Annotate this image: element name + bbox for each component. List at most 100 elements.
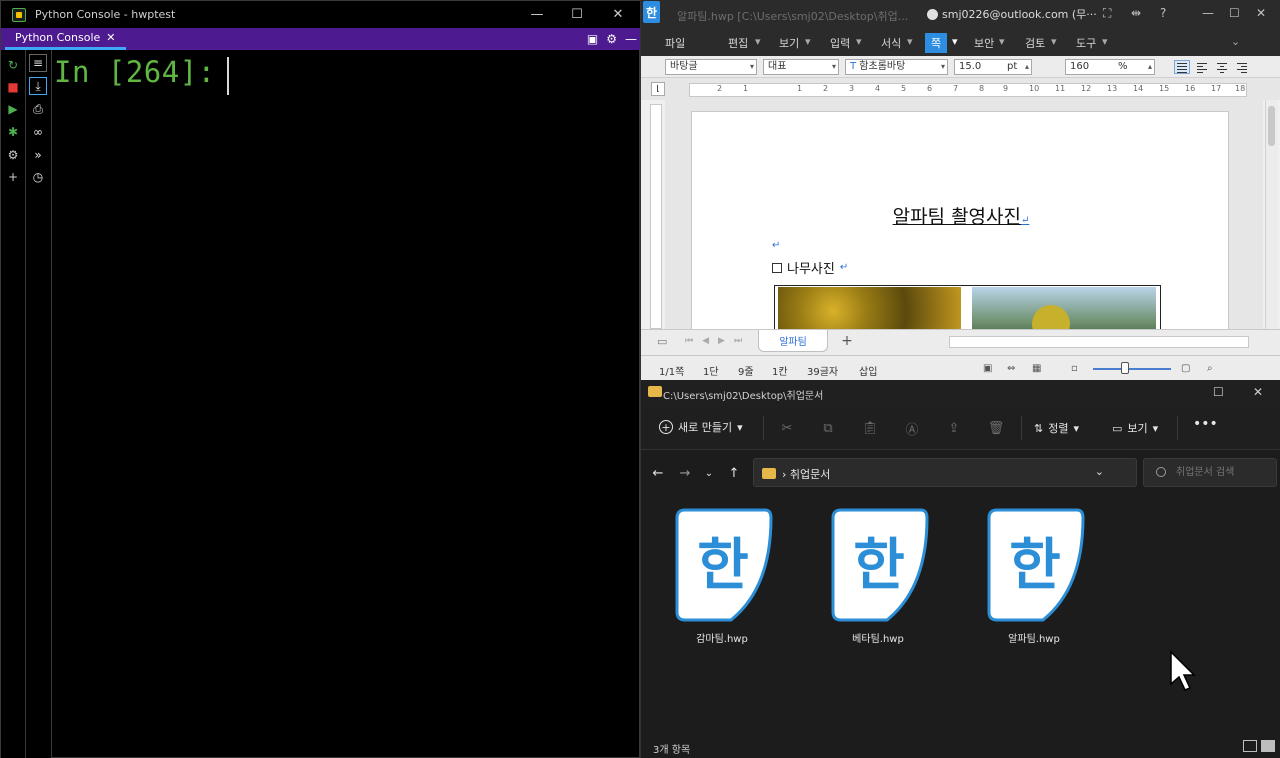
memo-icon[interactable]: ▭ — [657, 335, 667, 348]
up-arrow-icon[interactable]: ↑ — [725, 464, 743, 482]
menu-tools[interactable]: 도구 — [1076, 35, 1096, 51]
tab-python-console[interactable]: Python Console ✕ — [5, 28, 126, 50]
sort-button[interactable]: ⇅ 정렬 ▾ — [1034, 420, 1079, 436]
debug-bug-icon[interactable]: ✱ — [4, 123, 22, 141]
delete-icon[interactable]: 🗑︎ — [987, 420, 1005, 436]
details-view-icon[interactable] — [1243, 740, 1257, 752]
tree-photo-sky[interactable] — [972, 287, 1156, 329]
view-normal-icon[interactable]: ▣ — [983, 363, 992, 374]
file-item[interactable]: 한 감마팀.hwp — [641, 506, 773, 646]
photo-table[interactable] — [774, 285, 1161, 329]
help-icon[interactable]: ? — [1160, 6, 1166, 20]
settings-icon[interactable]: ⚙ — [4, 146, 22, 164]
split-view-icon[interactable]: ⇹ — [1131, 6, 1141, 20]
align-center-icon[interactable] — [1214, 60, 1230, 74]
menu-view[interactable]: 보기 — [779, 35, 799, 51]
hide-panel-icon[interactable]: — — [625, 32, 637, 46]
rename-icon[interactable]: Ⓐ — [903, 420, 921, 438]
add-icon[interactable]: + — [4, 168, 22, 186]
document-page[interactable]: 알파팀 촬영사진↵ ↵ 나무사진 ↵ — [691, 111, 1229, 329]
file-item[interactable]: 한 알파팀.hwp — [953, 506, 1085, 646]
rerun-icon[interactable]: ↻ — [4, 56, 22, 74]
forward-arrow-icon[interactable]: → — [676, 464, 694, 482]
address-bar[interactable]: › 취업문서 ⌄ ↻ — [753, 458, 1162, 487]
menu-file[interactable]: 파일 — [665, 35, 685, 51]
tab-nav-arrows-icon[interactable]: ⏮◀▶⏭ — [685, 336, 751, 346]
close-icon[interactable]: ✕ — [1256, 6, 1266, 20]
status-mode[interactable]: 삽입 — [859, 363, 877, 378]
settings-gear-icon[interactable]: ⚙ — [606, 32, 617, 46]
align-left-icon[interactable] — [1194, 60, 1210, 74]
menu-review[interactable]: 검토 — [1025, 35, 1045, 51]
hwp-titlebar[interactable]: 한 알파팀.hwp [C:\Users\smj02\Desktop\취업... … — [641, 0, 1280, 28]
stop-icon[interactable]: ■ — [4, 78, 22, 96]
scrollbar-thumb[interactable] — [1268, 106, 1275, 146]
document-subheading[interactable]: 나무사진 ↵ — [772, 258, 848, 277]
menu-page[interactable]: 쪽 — [925, 33, 948, 53]
minimize-icon[interactable]: — — [517, 1, 557, 28]
file-item[interactable]: 한 베타팀.hwp — [797, 506, 929, 646]
zoom-out-icon[interactable]: ▫ — [1071, 363, 1078, 374]
soft-wrap-icon[interactable]: ≡ — [29, 54, 47, 72]
language-select[interactable]: 대표 ▾ — [763, 59, 839, 75]
menu-edit[interactable]: 편집 — [728, 35, 748, 51]
view-button[interactable]: ▭ 보기 ▾ — [1112, 420, 1158, 436]
console-titlebar[interactable]: Python Console - hwptest — ☐ ✕ — [1, 1, 641, 28]
zoom-slider-knob[interactable] — [1121, 362, 1129, 374]
recent-chevron-icon[interactable]: ⌄ — [700, 464, 718, 482]
ribbon-collapse-icon[interactable]: ⌄ — [1231, 35, 1240, 48]
view-page-icon[interactable]: ▦ — [1032, 363, 1041, 374]
close-icon[interactable]: ✕ — [598, 1, 638, 28]
maximize-icon[interactable]: ☐ — [1229, 6, 1240, 20]
tree-photo-yellow[interactable] — [778, 287, 961, 329]
view-fit-icon[interactable]: ⇔ — [1007, 363, 1015, 374]
scroll-to-end-icon[interactable]: ⤓ — [29, 77, 47, 95]
cut-icon[interactable]: ✂ — [778, 420, 796, 436]
maximize-icon[interactable]: ☐ — [1213, 385, 1224, 399]
minimize-icon[interactable]: — — [1202, 6, 1214, 20]
tab-close-icon[interactable]: ✕ — [106, 31, 115, 44]
breadcrumb[interactable]: › 취업문서 — [782, 466, 830, 482]
execute-forward-icon[interactable]: » — [29, 146, 47, 164]
restore-layout-icon[interactable]: ▣ — [587, 32, 598, 46]
menu-security[interactable]: 보안 — [974, 35, 994, 51]
document-area[interactable]: 알파팀 촬영사진↵ ↵ 나무사진 ↵ — [665, 100, 1263, 329]
tiles-view-icon[interactable] — [1261, 740, 1275, 752]
line-spacing-field[interactable]: 160 % ▴ — [1065, 59, 1155, 75]
share-icon[interactable]: ⇪ — [945, 420, 963, 436]
zoom-search-icon[interactable]: ⌕ — [1207, 363, 1213, 374]
document-heading[interactable]: 알파팀 촬영사진↵ — [692, 202, 1230, 229]
fullscreen-icon[interactable]: ⛶ — [1103, 6, 1111, 21]
close-icon[interactable]: ✕ — [1253, 385, 1263, 399]
style-select[interactable]: 바탕글 ▾ — [665, 59, 757, 75]
font-select[interactable]: T 함초롬바탕 ▾ — [845, 59, 948, 75]
chevron-down-icon[interactable]: ⌄ — [1095, 465, 1104, 478]
more-options-icon[interactable]: ••• — [1193, 416, 1218, 432]
vertical-ruler[interactable] — [650, 104, 662, 329]
align-justify-icon[interactable] — [1174, 60, 1190, 74]
paste-icon[interactable]: 📋︎ — [861, 420, 879, 436]
sheet-tab-alpha[interactable]: 알파팀 — [758, 330, 828, 352]
zoom-slider[interactable] — [1093, 368, 1171, 370]
zoom-in-icon[interactable]: ▢ — [1181, 363, 1190, 374]
menu-format[interactable]: 서식 — [881, 35, 901, 51]
menu-insert[interactable]: 입력 — [830, 35, 850, 51]
add-tab-icon[interactable]: + — [834, 332, 860, 350]
account-indicator[interactable]: smj0226@outlook.com (무··· — [927, 6, 1097, 22]
vertical-scrollbar[interactable] — [1265, 100, 1278, 329]
horizontal-ruler[interactable]: 2 1 1 2 3 4 5 6 7 8 9 10 11 12 13 14 15 … — [689, 83, 1247, 97]
show-variables-icon[interactable]: ∞ — [29, 123, 47, 141]
copy-icon[interactable]: ⧉ — [819, 420, 837, 436]
font-size-field[interactable]: 15.0 pt ▴ — [954, 59, 1032, 75]
align-right-icon[interactable] — [1234, 60, 1250, 74]
new-item-button[interactable]: + 새로 만들기 ▾ — [659, 419, 743, 435]
explorer-titlebar[interactable]: C:\Users\smj02\Desktop\취업문서 ☐ ✕ — [641, 380, 1280, 406]
maximize-icon[interactable]: ☐ — [557, 1, 597, 28]
console-prompt[interactable]: In [264]: — [54, 55, 216, 89]
history-clock-icon[interactable]: ◷ — [29, 168, 47, 186]
tab-stop-icon[interactable]: ⌊ — [651, 82, 665, 96]
horizontal-scrollbar[interactable] — [949, 336, 1249, 348]
back-arrow-icon[interactable]: ← — [649, 464, 667, 482]
run-icon[interactable]: ▶ — [4, 100, 22, 118]
print-icon[interactable]: ⎙ — [29, 100, 47, 118]
